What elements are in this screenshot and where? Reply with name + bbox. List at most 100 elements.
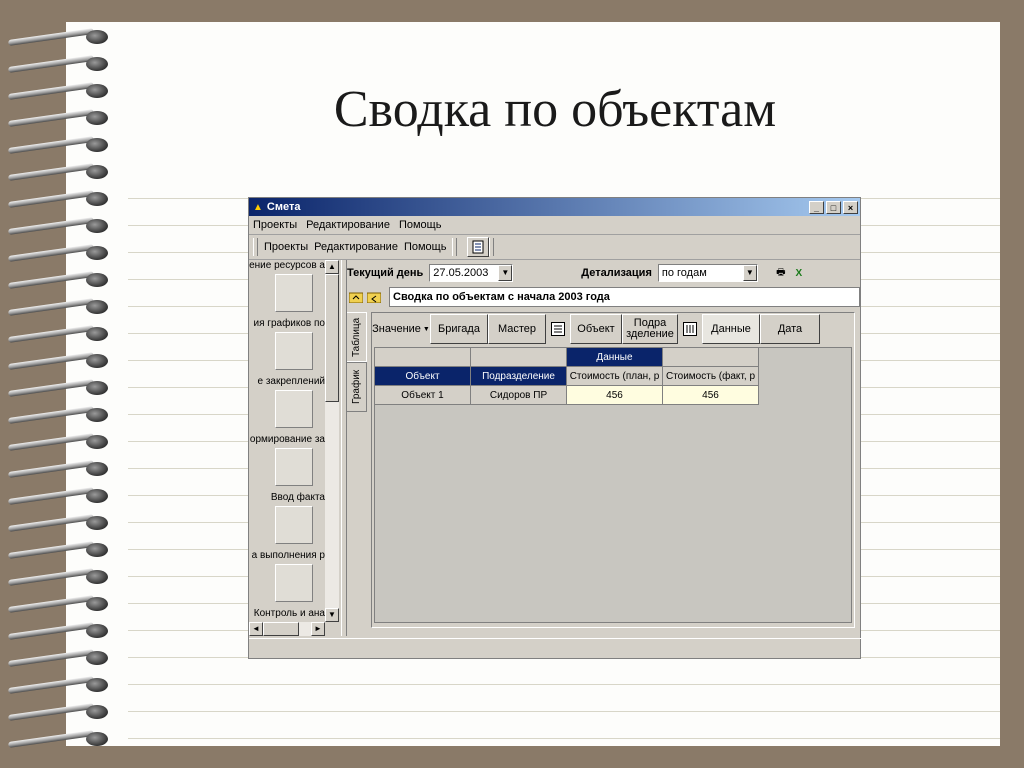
toolbar-grip [489, 238, 495, 256]
field-date[interactable]: Дата [760, 314, 820, 344]
menu-edit[interactable]: Редактирование [306, 219, 390, 231]
binding-ring [8, 622, 108, 640]
nav-item[interactable]: ия графиков по [249, 318, 325, 376]
binding-ring [8, 406, 108, 424]
binding-ring [8, 730, 108, 748]
binding-ring [8, 703, 108, 721]
binding-ring [8, 568, 108, 586]
print-icon[interactable]: 🖶 [772, 265, 790, 281]
pivot-grid: Данные Объект Подразделение Стоимость (п… [374, 347, 852, 623]
binding-ring [8, 676, 108, 694]
folder-back-icon[interactable] [365, 289, 383, 305]
nav-button[interactable] [275, 390, 313, 428]
binding-ring [8, 136, 108, 154]
scroll-up-icon[interactable]: ▲ [325, 260, 339, 274]
close-button[interactable]: × [843, 200, 858, 214]
binding-ring [8, 649, 108, 667]
minimize-button[interactable]: _ [809, 200, 824, 214]
toolbar-edit[interactable]: Редактирование [314, 241, 398, 253]
menu-help[interactable]: Помощь [399, 219, 442, 231]
binding-ring [8, 514, 108, 532]
value-field-button[interactable]: Значение ▼ [372, 314, 430, 344]
field-object[interactable]: Объект [570, 314, 622, 344]
binding-ring [8, 244, 108, 262]
nav-button[interactable] [275, 564, 313, 602]
grid-corner-cell [471, 348, 567, 367]
nav-item[interactable]: Ввод факта [249, 492, 325, 550]
report-title: Сводка по объектам с начала 2003 года [389, 287, 860, 307]
scroll-left-icon[interactable]: ◄ [249, 622, 263, 636]
nav-button[interactable] [275, 332, 313, 370]
binding-ring [8, 379, 108, 397]
app-icon: ▲ [253, 201, 263, 213]
field-brigade[interactable]: Бригада [430, 314, 488, 344]
detail-label: Детализация [581, 267, 652, 279]
view-tabs: Таблица График [347, 312, 369, 412]
scroll-right-icon[interactable]: ► [311, 622, 325, 636]
chevron-down-icon[interactable]: ▼ [742, 265, 757, 281]
scroll-thumb[interactable] [263, 622, 299, 636]
column-header[interactable]: Стоимость (факт, р [663, 367, 759, 386]
tab-chart[interactable]: График [347, 362, 367, 412]
document-icon[interactable] [467, 237, 490, 257]
toolbar-grip[interactable] [253, 238, 258, 256]
current-day-combo[interactable]: 27.05.2003 ▼ [429, 264, 514, 282]
nav-item[interactable]: а выполнения р [249, 550, 325, 608]
binding-ring [8, 163, 108, 181]
folder-up-icon[interactable] [347, 289, 365, 305]
detail-value: по годам [661, 267, 707, 279]
detail-combo[interactable]: по годам ▼ [657, 264, 758, 282]
binding-ring [8, 595, 108, 613]
window-title: Смета [266, 201, 301, 213]
table-cell-plan[interactable]: 456 [567, 386, 663, 405]
table-cell-fact[interactable]: 456 [663, 386, 759, 405]
status-bar [249, 638, 862, 661]
row-area-icon [546, 314, 570, 344]
binding-ring [8, 460, 108, 478]
binding-ring [8, 190, 108, 208]
field-master[interactable]: Мастер [488, 314, 546, 344]
nav-item[interactable]: ормирование за [249, 434, 325, 492]
tab-table[interactable]: Таблица [347, 312, 367, 362]
nav-item[interactable]: е закреплений [249, 376, 325, 434]
scroll-thumb[interactable] [325, 274, 339, 402]
column-header[interactable]: Объект [375, 367, 471, 386]
nav-button[interactable] [275, 274, 313, 312]
pivot-fields: Значение ▼ Бригада Мастер Объект Подра зд… [372, 313, 854, 345]
field-subdivision[interactable]: Подра зделение [622, 314, 678, 344]
app-window: ▲ Смета _ □ × Проекты Редактирование Пом… [248, 197, 862, 661]
binding-ring [8, 352, 108, 370]
nav-button[interactable] [275, 448, 313, 486]
current-day-label: Текущий день [347, 267, 424, 279]
filter-row: Текущий день 27.05.2003 ▼ Детализация по… [347, 262, 860, 284]
binding-ring [8, 55, 108, 73]
grid-corner-cell [663, 348, 759, 367]
toolbar-projects[interactable]: Проекты [264, 241, 308, 253]
pivot-area: Таблица График Значение ▼ Бригада Мастер … [347, 312, 860, 632]
excel-icon[interactable]: X [790, 265, 808, 281]
chevron-down-icon[interactable]: ▼ [498, 265, 513, 281]
toolbar-help[interactable]: Помощь [404, 241, 447, 253]
current-day-value: 27.05.2003 [433, 267, 489, 279]
table-cell-subdivision[interactable]: Сидоров ПР [471, 386, 567, 405]
menu-projects[interactable]: Проекты [253, 219, 297, 231]
column-header[interactable]: Стоимость (план, р [567, 367, 663, 386]
left-horizontal-scrollbar[interactable]: ◄ ► [249, 622, 325, 636]
binding-ring [8, 541, 108, 559]
scroll-down-icon[interactable]: ▼ [325, 608, 339, 622]
binding-ring [8, 28, 108, 46]
report-title-row: Сводка по объектам с начала 2003 года [347, 286, 860, 308]
binding-ring [8, 298, 108, 316]
toolbar-grip[interactable] [452, 238, 458, 256]
binding-ring [8, 217, 108, 235]
maximize-button[interactable]: □ [826, 200, 841, 214]
field-data[interactable]: Данные [702, 314, 760, 344]
nav-button[interactable] [275, 506, 313, 544]
grid-corner-cell [375, 348, 471, 367]
window-titlebar[interactable]: ▲ Смета _ □ × [249, 198, 860, 216]
table-cell-object[interactable]: Объект 1 [375, 386, 471, 405]
column-header[interactable]: Подразделение [471, 367, 567, 386]
nav-item[interactable]: ение ресурсов а [249, 260, 325, 318]
binding-ring [8, 433, 108, 451]
left-vertical-scrollbar[interactable]: ▲ ▼ [325, 260, 339, 622]
